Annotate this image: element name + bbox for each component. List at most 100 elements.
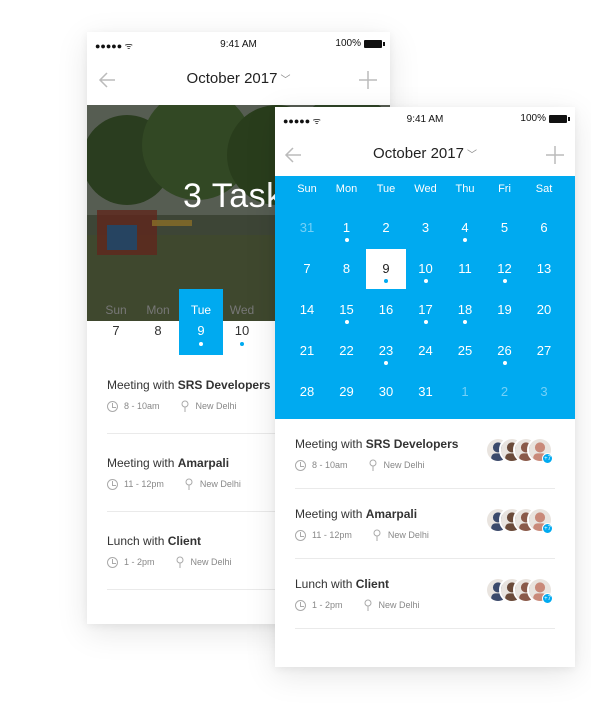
calendar-day[interactable]: 23 <box>366 331 406 371</box>
location-pin-icon <box>369 459 377 471</box>
month-title: October 2017 <box>186 70 278 87</box>
calendar-day[interactable]: 1 <box>327 208 367 248</box>
clock-icon <box>107 400 118 412</box>
weekday-fri: Fri <box>498 183 511 195</box>
day-number: 8 <box>342 261 351 276</box>
task-item[interactable]: Meeting with Amarpali 11 - 12pm New Delhi +… <box>295 489 555 559</box>
calendar-day[interactable]: 9 <box>366 249 406 289</box>
calendar-day[interactable]: 11 <box>445 249 485 289</box>
calendar-day[interactable]: 5 <box>485 208 525 248</box>
day-number: 16 <box>378 302 394 317</box>
task-location: New Delhi <box>199 479 241 489</box>
day-number: 13 <box>536 261 552 276</box>
task-list: Meeting with SRS Developers 8 - 10am New D… <box>275 419 575 629</box>
calendar-day[interactable]: 19 <box>485 290 525 330</box>
add-icon[interactable] <box>354 66 382 94</box>
weekday-tue: Tue <box>376 183 396 195</box>
day-number: 1 <box>342 220 351 235</box>
calendar-day[interactable]: 14 <box>287 290 327 330</box>
task-meta: 1 - 2pm New Delhi <box>295 599 420 611</box>
battery-percent: 100% <box>520 113 546 124</box>
day-number: 27 <box>536 343 552 358</box>
task-item[interactable]: Meeting with SRS Developers 8 - 10am New D… <box>295 419 555 489</box>
month-selector[interactable]: October 2017 ﹀ <box>87 70 390 87</box>
month-calendar: Sun Mon Tue Wed Thu Fri Sat 31 1 2 3 4 5 6 7 8 9 10 11 12 1… <box>275 176 575 419</box>
attendee-avatars[interactable]: +7 <box>485 507 555 537</box>
calendar-day[interactable]: 12 <box>485 249 525 289</box>
calendar-day[interactable]: 3 <box>406 208 446 248</box>
month-selector[interactable]: October 2017 ﹀ <box>275 145 575 162</box>
day-number: 10 <box>234 323 250 338</box>
task-meta: 1 - 2pm New Delhi <box>107 556 232 568</box>
calendar-day[interactable]: 21 <box>287 331 327 371</box>
calendar-day[interactable]: 29 <box>327 372 367 412</box>
add-icon[interactable] <box>541 141 569 169</box>
day-wed[interactable]: Wed 10 <box>221 289 263 355</box>
day-number: 24 <box>418 343 433 358</box>
task-time: 1 - 2pm <box>312 600 343 610</box>
day-tue[interactable]: Tue 9 <box>179 289 223 355</box>
event-dot <box>344 320 349 324</box>
attendee-avatars[interactable]: +7 <box>485 577 555 607</box>
calendar-day[interactable]: 1 <box>445 372 485 412</box>
calendar-day[interactable]: 3 <box>524 372 564 412</box>
task-prefix: Meeting with <box>107 456 178 470</box>
calendar-day[interactable]: 24 <box>406 331 446 371</box>
calendar-day[interactable]: 2 <box>485 372 525 412</box>
task-subject: Client <box>167 534 202 548</box>
task-title: Lunch with Client <box>107 534 201 548</box>
attendee-avatars[interactable]: +7 <box>485 437 555 467</box>
weekday-thu: Thu <box>455 183 475 195</box>
day-number: 31 <box>299 220 315 235</box>
event-dot <box>240 342 244 346</box>
task-subject: Amarpali <box>365 507 418 521</box>
day-number: 15 <box>339 302 354 317</box>
day-number: 29 <box>339 384 354 399</box>
task-time: 1 - 2pm <box>124 557 155 567</box>
day-sun[interactable]: Sun 7 <box>95 289 137 355</box>
location-pin-icon <box>181 400 189 412</box>
calendar-day[interactable]: 27 <box>524 331 564 371</box>
task-prefix: Meeting with <box>295 437 366 451</box>
calendar-day[interactable]: 31 <box>406 372 446 412</box>
calendar-day[interactable]: 4 <box>445 208 485 248</box>
calendar-day[interactable]: 17 <box>406 290 446 330</box>
calendar-day[interactable]: 2 <box>366 208 406 248</box>
task-item[interactable]: Lunch with Client 1 - 2pm New Delhi +7 <box>295 559 555 629</box>
task-location: New Delhi <box>378 600 420 610</box>
calendar-day[interactable]: 13 <box>524 249 564 289</box>
calendar-day[interactable]: 7 <box>287 249 327 289</box>
calendar-day[interactable]: 30 <box>366 372 406 412</box>
calendar-day[interactable]: 20 <box>524 290 564 330</box>
calendar-day[interactable]: 22 <box>327 331 367 371</box>
month-title: October 2017 <box>373 145 464 162</box>
day-number: 6 <box>540 220 548 235</box>
calendar-day[interactable]: 26 <box>485 331 525 371</box>
day-number: 17 <box>418 302 433 317</box>
day-number: 9 <box>197 323 205 338</box>
day-number: 28 <box>299 384 315 399</box>
day-number: 23 <box>378 343 394 358</box>
calendar-day[interactable]: 6 <box>524 208 564 248</box>
calendar-day[interactable]: 31 <box>287 208 327 248</box>
location-pin-icon <box>176 556 184 568</box>
task-time: 11 - 12pm <box>124 479 164 489</box>
day-number: 21 <box>299 343 315 358</box>
day-name: Tue <box>190 303 212 317</box>
weekday-header: Sun Mon Tue Wed Thu Fri Sat <box>275 176 575 200</box>
battery-percent: 100% <box>335 38 361 49</box>
task-subject: Client <box>355 577 390 591</box>
day-mon[interactable]: Mon 8 <box>137 289 179 355</box>
day-number: 30 <box>378 384 394 399</box>
task-title: Meeting with SRS Developers <box>107 378 270 392</box>
calendar-day[interactable]: 10 <box>406 249 446 289</box>
calendar-day[interactable]: 15 <box>327 290 367 330</box>
weekday-mon: Mon <box>335 183 358 195</box>
calendar-day[interactable]: 8 <box>327 249 367 289</box>
calendar-day[interactable]: 28 <box>287 372 327 412</box>
clock-icon <box>107 556 118 568</box>
task-title: Meeting with Amarpali <box>295 507 417 521</box>
calendar-day[interactable]: 18 <box>445 290 485 330</box>
calendar-day[interactable]: 25 <box>445 331 485 371</box>
calendar-day[interactable]: 16 <box>366 290 406 330</box>
